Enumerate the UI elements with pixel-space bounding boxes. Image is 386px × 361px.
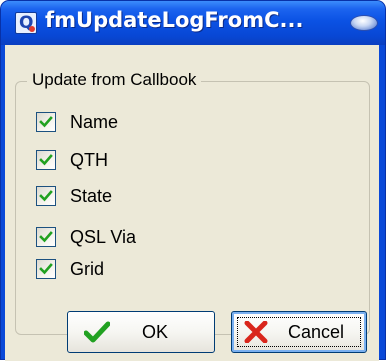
cancel-button[interactable]: Cancel (231, 311, 367, 353)
group-legend: Update from Callbook (27, 65, 202, 95)
green-checkmark-icon (84, 321, 110, 343)
checkbox-row-state[interactable]: State (36, 183, 112, 209)
name-checkbox-label: Name (70, 111, 119, 132)
checkmark-icon (39, 116, 53, 128)
red-x-icon (244, 321, 268, 343)
window-control-button[interactable] (350, 15, 378, 31)
grid-checkbox[interactable] (36, 259, 56, 279)
ok-button[interactable]: OK (67, 311, 215, 353)
name-checkbox[interactable] (36, 112, 56, 132)
ok-button-label: OK (142, 321, 169, 342)
qth-checkbox-label: QTH (70, 149, 108, 170)
state-checkbox-label: State (70, 185, 113, 206)
grid-checkbox-label: Grid (70, 258, 105, 279)
state-checkbox[interactable] (36, 186, 56, 206)
qsl-via-checkbox[interactable] (36, 227, 56, 247)
dialog-window: Q fmUpdateLogFromC... Update from Callbo… (0, 0, 386, 361)
checkmark-icon (39, 263, 53, 275)
checkbox-row-grid[interactable]: Grid (36, 256, 104, 282)
checkbox-row-qsl-via[interactable]: QSL Via (36, 224, 136, 250)
app-q-icon[interactable]: Q (15, 12, 37, 34)
qsl-via-checkbox-label: QSL Via (70, 226, 137, 247)
window-title: fmUpdateLogFromC... (45, 8, 304, 32)
dialog-body: Update from Callbook Name QTH State QSL … (5, 45, 379, 361)
cancel-button-label: Cancel (288, 321, 345, 342)
checkbox-row-qth[interactable]: QTH (36, 147, 108, 173)
checkmark-icon (39, 190, 53, 202)
checkmark-icon (39, 231, 53, 243)
checkbox-row-name[interactable]: Name (36, 109, 118, 135)
title-bar[interactable]: Q fmUpdateLogFromC... (1, 1, 385, 45)
qth-checkbox[interactable] (36, 150, 56, 170)
checkmark-icon (39, 154, 53, 166)
